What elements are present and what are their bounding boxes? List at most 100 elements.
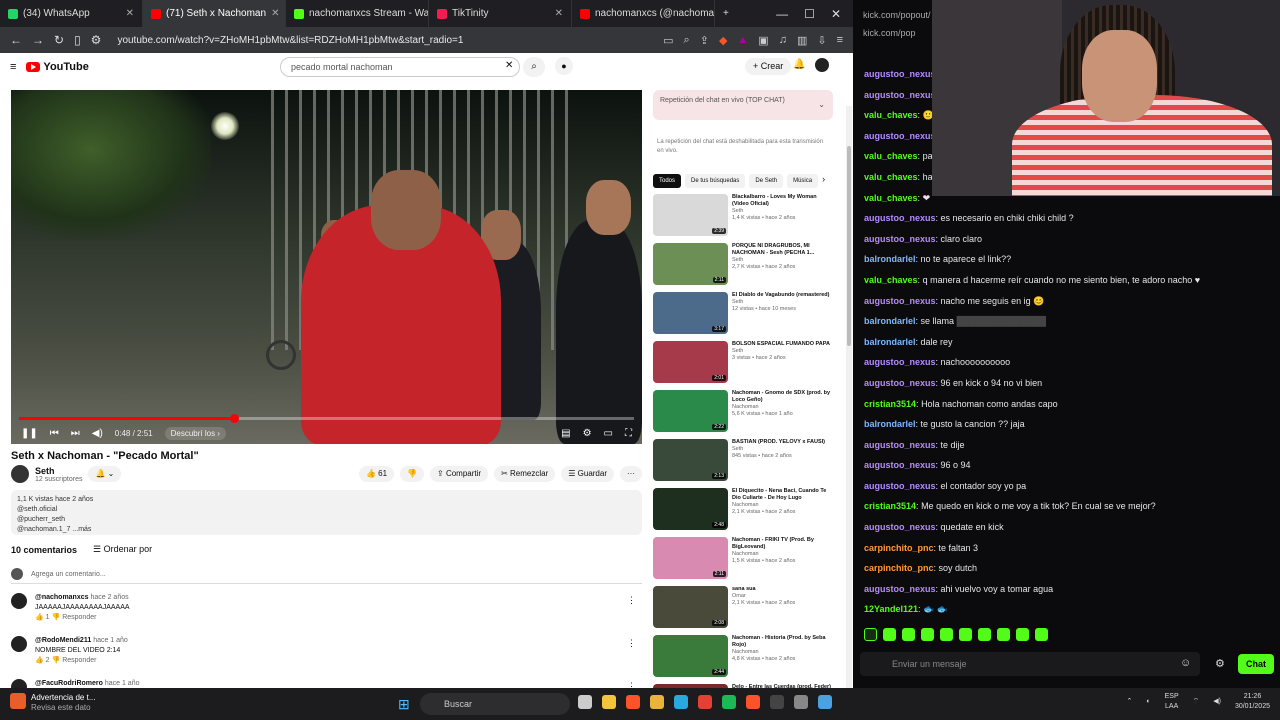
- menu-icon[interactable]: ≡: [837, 34, 843, 47]
- video-title[interactable]: BOLSON ESPACIAL FUMANDO PAPA: [732, 341, 830, 348]
- tab-close-icon[interactable]: ✕: [126, 8, 134, 19]
- recommended-video[interactable]: 2:11 Nachoman - FRIKI TV (Prod. By BigLeo…: [653, 537, 833, 584]
- comment-like-button[interactable]: 👍: [35, 614, 46, 621]
- app-icon[interactable]: [794, 695, 808, 709]
- chat-username[interactable]: augustoo_nexus: [864, 460, 936, 470]
- site-info-icon[interactable]: ⚙: [91, 33, 102, 47]
- chat-username[interactable]: augustoo_nexus: [864, 584, 936, 594]
- recommended-video[interactable]: 2:39 Blackalbarro - Loves My Woman (Video…: [653, 194, 833, 241]
- video-channel[interactable]: Seth: [732, 299, 830, 306]
- video-channel[interactable]: Seth: [732, 208, 833, 215]
- remix-button[interactable]: ✂ Remezclar: [494, 466, 556, 482]
- recommended-video[interactable]: 2:48 El Diquecito - Nena Baci, Cuando Te …: [653, 488, 833, 535]
- recommended-video[interactable]: 2:13 BASTIAN (PROD. YELOVY x FAUSI) Seth 84…: [653, 439, 833, 486]
- scrollbar-thumb[interactable]: [847, 146, 851, 346]
- video-thumbnail[interactable]: 2:11: [653, 243, 728, 285]
- search-input[interactable]: pecado mortal nachoman: [280, 57, 520, 77]
- video-channel[interactable]: Seth: [732, 348, 830, 355]
- edge-icon[interactable]: [674, 695, 688, 709]
- video-title[interactable]: Nachoman - Historia (Prod. by Seba Rojo): [732, 635, 833, 649]
- comment-reply-button[interactable]: Responder: [62, 657, 96, 664]
- comment-like-button[interactable]: 👍: [35, 657, 46, 664]
- video-channel[interactable]: Nachoman: [732, 649, 833, 656]
- sort-button[interactable]: ☰ Ordenar por: [93, 544, 152, 555]
- emote-icon[interactable]: [959, 628, 972, 641]
- screen-icon[interactable]: ▭: [663, 34, 673, 47]
- video-thumbnail[interactable]: 2:08: [653, 586, 728, 628]
- chat-username[interactable]: augustoo_nexus: [864, 357, 936, 367]
- video-title[interactable]: Blackalbarro - Loves My Woman (Video Ofi…: [732, 194, 833, 208]
- filter-chip[interactable]: De Seth: [749, 174, 784, 188]
- comment-user[interactable]: @RodoMendi211: [35, 637, 91, 644]
- video-thumbnail[interactable]: 2:39: [653, 194, 728, 236]
- brave-icon[interactable]: [626, 695, 640, 709]
- description-box[interactable]: 1,1 K vistas hace 2 años @seth.oficial @…: [11, 490, 642, 535]
- comment-avatar[interactable]: [11, 636, 27, 652]
- video-title[interactable]: Nachoman - FRIKI TV (Prod. By BigLeovand…: [732, 537, 833, 551]
- chat-username[interactable]: balrondarlel: [864, 316, 916, 326]
- video-thumbnail[interactable]: 2:01: [653, 341, 728, 383]
- search-button[interactable]: ⌕: [523, 57, 545, 77]
- video-thumbnail[interactable]: 2:11: [653, 537, 728, 579]
- clear-search-icon[interactable]: ✕: [505, 60, 513, 71]
- emote-icon[interactable]: [1016, 628, 1029, 641]
- comment-menu-icon[interactable]: ⋮: [627, 595, 636, 606]
- explorer-icon[interactable]: [602, 695, 616, 709]
- taskbar-search[interactable]: Buscar: [420, 693, 570, 715]
- start-icon[interactable]: ⊞: [398, 696, 410, 713]
- video-title[interactable]: sana sua: [732, 586, 795, 593]
- tray-app-icon[interactable]: ◐: [1146, 697, 1150, 707]
- save-button[interactable]: ☰ Guardar: [561, 466, 614, 482]
- chat-username[interactable]: augustoo_nexus: [864, 131, 936, 141]
- mic-icon[interactable]: ●: [555, 57, 573, 75]
- fullscreen-icon[interactable]: ⛶: [625, 428, 632, 439]
- chat-username[interactable]: augustoo_nexus: [864, 234, 936, 244]
- obs-icon[interactable]: [770, 695, 784, 709]
- chat-username[interactable]: cristian3514: [864, 399, 916, 409]
- minimize-icon[interactable]: —: [776, 7, 788, 21]
- notes-icon[interactable]: [818, 695, 832, 709]
- chat-username[interactable]: valu_chaves: [864, 110, 918, 120]
- browser-tab[interactable]: (34) WhatsApp ✕: [0, 0, 143, 27]
- chat-username[interactable]: augustoo_nexus: [864, 440, 936, 450]
- brave-shield-icon[interactable]: ◆: [719, 34, 727, 47]
- back-icon[interactable]: ←: [10, 33, 22, 47]
- dislike-button[interactable]: 👎: [400, 466, 424, 482]
- chat-username[interactable]: augustoo_nexus: [864, 90, 936, 100]
- video-thumbnail[interactable]: 2:48: [653, 488, 728, 530]
- chat-username[interactable]: cristian3514: [864, 501, 916, 511]
- video-thumbnail[interactable]: 2:44: [653, 635, 728, 677]
- like-button[interactable]: 👍 61: [358, 466, 395, 482]
- emote-icon[interactable]: [940, 628, 953, 641]
- notifications-icon[interactable]: 🔔: [793, 59, 805, 70]
- emote-icon[interactable]: [1035, 628, 1048, 641]
- chat-send-button[interactable]: Chat: [1238, 654, 1274, 674]
- comment-avatar[interactable]: [11, 593, 27, 609]
- forward-icon[interactable]: →: [32, 33, 44, 47]
- chat-username[interactable]: balrondarlel: [864, 337, 916, 347]
- recommended-video[interactable]: 2:08 sana sua Omar 2,1 K vistas • hace 2 añ…: [653, 586, 833, 633]
- video-channel[interactable]: Omar: [732, 593, 795, 600]
- video-title[interactable]: BASTIAN (PROD. YELOVY x FAUSI): [732, 439, 825, 446]
- url-field[interactable]: youtube.com/watch?v=ZHoMH1pbMtw&list=RDZ…: [111, 30, 653, 50]
- chat-username[interactable]: carpinchito_pnc: [864, 543, 934, 553]
- avatar[interactable]: [815, 58, 829, 72]
- comment-user[interactable]: @nachomanxcs: [35, 594, 89, 601]
- close-icon[interactable]: ✕: [831, 7, 841, 21]
- comment-dislike-button[interactable]: 👎: [50, 657, 63, 664]
- browser-tab[interactable]: TikTinity ✕: [429, 0, 572, 27]
- filter-chip[interactable]: Música: [787, 174, 819, 188]
- zoom-icon[interactable]: ⌕: [684, 34, 690, 47]
- tray-chevron-icon[interactable]: ⌃: [1127, 697, 1133, 707]
- bookmark-icon[interactable]: ▯: [74, 33, 81, 47]
- chat-input[interactable]: Enviar un mensaje: [860, 652, 1200, 676]
- chat-username[interactable]: augustoo_nexus: [864, 481, 936, 491]
- channel-avatar[interactable]: [11, 465, 29, 483]
- video-thumbnail[interactable]: 2:13: [653, 439, 728, 481]
- wallet-icon[interactable]: ▣: [758, 34, 768, 47]
- chat-username[interactable]: valu_chaves: [864, 172, 918, 182]
- spotify-icon[interactable]: [722, 695, 736, 709]
- video-channel[interactable]: Nachoman: [732, 551, 833, 558]
- add-comment-input[interactable]: Agrega un comentario...: [31, 571, 106, 578]
- chat-username[interactable]: valu_chaves: [864, 193, 918, 203]
